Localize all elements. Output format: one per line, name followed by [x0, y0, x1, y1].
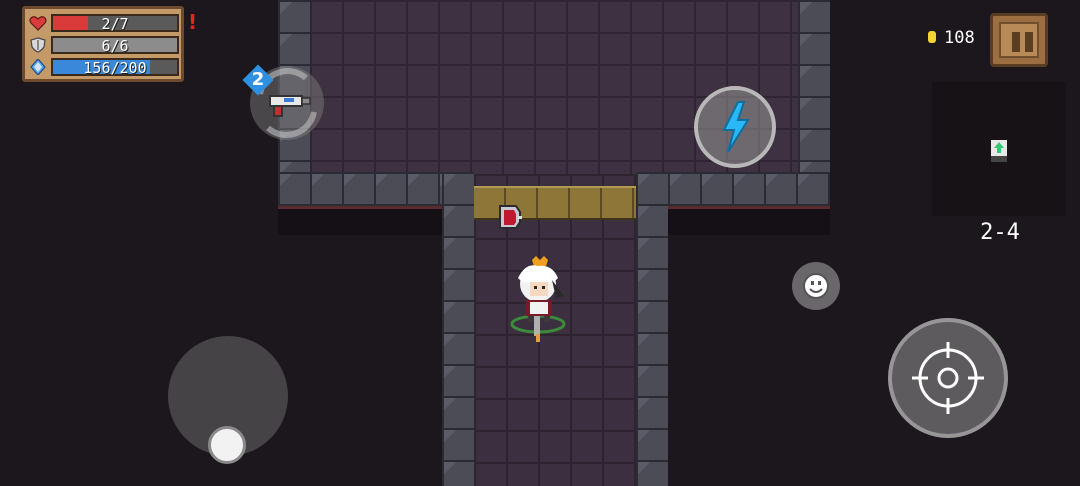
player-character: [510, 256, 566, 342]
pause-button[interactable]: [990, 13, 1048, 67]
attack-button[interactable]: [888, 318, 1008, 438]
armor-bar: 6/6: [51, 36, 179, 55]
weapon-count-badge: 2: [242, 64, 274, 96]
lightning-icon: [722, 101, 750, 153]
energy-row: 156/200: [29, 57, 181, 77]
coin-value: 108: [944, 28, 975, 48]
shield-icon: [30, 37, 46, 53]
health-bar: 2/7: [51, 14, 179, 33]
emote-button[interactable]: [792, 262, 840, 310]
wall-shadow: [668, 206, 830, 235]
health-text: 2/7: [101, 15, 129, 33]
skill-button[interactable]: [694, 86, 776, 168]
wall-shadow: [278, 206, 442, 235]
status-panel: 2/7 6/6 156/200: [22, 6, 184, 82]
health-potion[interactable]: [494, 202, 524, 232]
armor-text: 6/6: [101, 37, 129, 55]
health-row: 2/7: [29, 13, 181, 33]
minimap-player-marker: [991, 140, 1007, 156]
smiley-icon: [803, 273, 829, 299]
armor-row: 6/6: [29, 35, 181, 55]
corridor-wall-right: [636, 172, 668, 486]
weapon-count: 2: [251, 69, 265, 90]
alert-indicator: !: [188, 10, 198, 34]
energy-text: 156/200: [83, 59, 147, 77]
heart-icon: [29, 16, 47, 31]
pause-icon: [999, 22, 1039, 58]
joystick-knob[interactable]: [208, 426, 246, 464]
crosshair-icon: [912, 342, 984, 414]
minimap: [932, 82, 1066, 216]
energy-crystal-icon: [30, 59, 46, 75]
level-label: 2-4: [980, 220, 1020, 245]
coin-icon: [928, 31, 936, 43]
energy-bar: 156/200: [51, 58, 179, 77]
corridor-wall-left: [442, 172, 474, 486]
